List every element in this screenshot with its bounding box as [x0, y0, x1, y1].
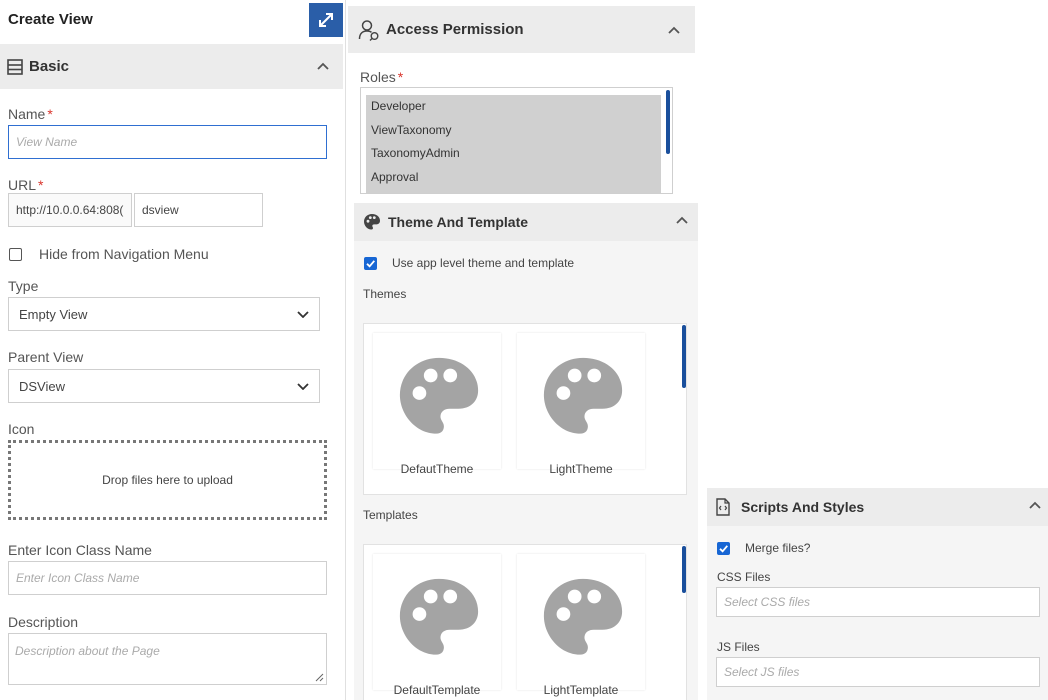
resize-handle-icon[interactable]	[315, 673, 324, 682]
template-name: LightTemplate	[543, 683, 619, 697]
roles-label: Roles *	[360, 69, 404, 85]
icon-label: Icon	[8, 421, 35, 437]
form-icon	[7, 58, 23, 75]
required-mark: *	[47, 106, 53, 122]
js-files-label: JS Files	[717, 640, 760, 654]
access-permission-title: Access Permission	[386, 21, 524, 38]
roles-scrollbar[interactable]	[666, 90, 670, 154]
chevron-up-icon[interactable]	[317, 60, 329, 72]
merge-files-label: Merge files?	[745, 541, 811, 555]
chevron-up-icon[interactable]	[668, 24, 680, 36]
roles-selected-group: Developer ViewTaxonomy TaxonomyAdmin App…	[366, 95, 661, 193]
themes-gallery: DefautTheme LightTheme	[363, 323, 687, 495]
scripts-styles-title: Scripts And Styles	[741, 499, 865, 515]
url-prefix-field[interactable]: http://10.0.0.64:808(	[8, 193, 132, 227]
template-name: DefaultTemplate	[393, 683, 481, 697]
expand-button[interactable]	[309, 3, 343, 37]
icon-class-label: Enter Icon Class Name	[8, 542, 152, 558]
templates-gallery: DefaultTemplate LightTemplate	[363, 544, 687, 700]
theme-tile[interactable]: DefautTheme	[373, 333, 501, 476]
use-app-level-label: Use app level theme and template	[392, 256, 575, 270]
palette-icon	[399, 357, 479, 434]
left-column-divider	[345, 0, 346, 700]
templates-label: Templates	[363, 508, 418, 522]
description-textarea[interactable]: Description about the Page	[8, 633, 327, 685]
role-option[interactable]: Approval	[366, 166, 661, 190]
theme-template-header[interactable]: Theme And Template	[354, 203, 698, 241]
theme-tile[interactable]: LightTheme	[517, 333, 645, 476]
dropzone-text: Drop files here to upload	[102, 473, 233, 487]
templates-scrollbar[interactable]	[682, 546, 686, 593]
palette-icon	[543, 357, 623, 434]
merge-files-checkbox[interactable]	[717, 542, 730, 555]
parent-view-label: Parent View	[8, 349, 84, 365]
template-tile[interactable]: LightTemplate	[517, 554, 645, 697]
user-lock-icon	[358, 19, 379, 41]
name-placeholder: View Name	[16, 135, 78, 149]
code-file-icon	[716, 498, 730, 516]
chevron-up-icon[interactable]	[676, 214, 688, 226]
type-label: Type	[8, 278, 39, 294]
page-title: Create View	[8, 11, 93, 28]
chevron-up-icon[interactable]	[1029, 499, 1041, 511]
themes-label: Themes	[363, 287, 407, 301]
themes-scrollbar[interactable]	[682, 325, 686, 388]
template-tile[interactable]: DefaultTemplate	[373, 554, 501, 697]
hide-nav-label: Hide from Navigation Menu	[39, 246, 209, 262]
type-select[interactable]: Empty View	[8, 297, 320, 331]
basic-section-title: Basic	[29, 58, 70, 75]
url-label: URL *	[8, 177, 44, 193]
icon-class-input[interactable]: Enter Icon Class Name	[8, 561, 327, 595]
expand-icon	[319, 13, 333, 27]
palette-icon	[543, 578, 623, 655]
icon-dropzone[interactable]: Drop files here to upload	[8, 440, 327, 520]
access-permission-header[interactable]: Access Permission	[348, 6, 695, 53]
name-input[interactable]: View Name	[8, 125, 327, 159]
scripts-styles-header[interactable]: Scripts And Styles	[707, 488, 1048, 526]
hide-nav-checkbox[interactable]	[9, 248, 22, 261]
css-files-label: CSS Files	[717, 570, 771, 584]
url-suffix-input[interactable]: dsview	[134, 193, 263, 227]
theme-name: LightTheme	[549, 462, 613, 476]
css-files-input[interactable]: Select CSS files	[716, 587, 1040, 617]
basic-section-header[interactable]: Basic	[0, 44, 343, 89]
role-option[interactable]: ViewTaxonomy	[366, 119, 661, 143]
chevron-down-icon	[297, 311, 309, 318]
role-option[interactable]: Developer	[366, 95, 661, 119]
palette-icon	[399, 578, 479, 655]
theme-template-title: Theme And Template	[388, 214, 529, 230]
check-icon	[719, 545, 728, 553]
check-icon	[366, 260, 375, 268]
parent-view-select[interactable]: DSView	[8, 369, 320, 403]
js-files-input[interactable]: Select JS files	[716, 657, 1040, 687]
palette-icon	[364, 214, 380, 230]
chevron-down-icon	[297, 383, 309, 390]
name-label: Name *	[8, 106, 53, 122]
use-app-level-checkbox[interactable]	[364, 257, 377, 270]
required-mark: *	[38, 177, 44, 193]
theme-name: DefautTheme	[400, 462, 474, 476]
required-mark: *	[397, 69, 404, 85]
roles-listbox[interactable]: Developer ViewTaxonomy TaxonomyAdmin App…	[360, 87, 673, 194]
role-option[interactable]: TaxonomyAdmin	[366, 142, 661, 166]
description-label: Description	[8, 614, 79, 630]
